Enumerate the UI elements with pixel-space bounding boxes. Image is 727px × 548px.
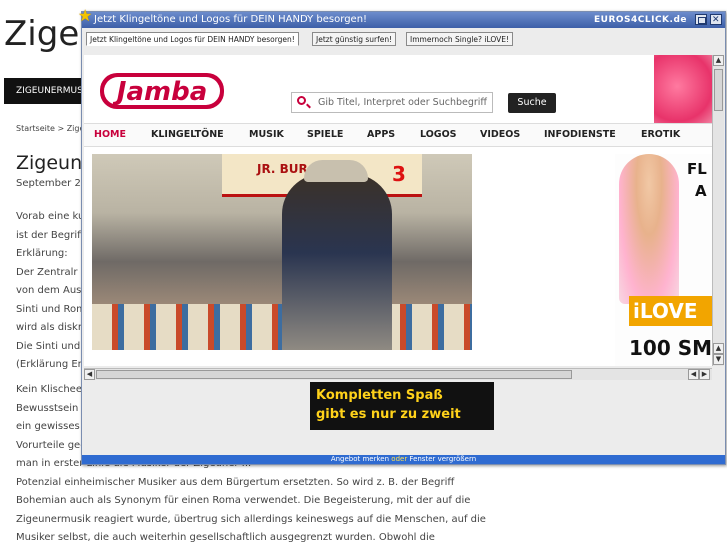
main-nav: HOME KLINGELTÖNE MUSIK SPIELE APPS LOGOS…	[84, 123, 712, 147]
tab-klingeltoene[interactable]: Jetzt Klingeltöne und Logos für DEIN HAN…	[86, 32, 299, 46]
hero-price-text: 3	[392, 162, 406, 186]
scroll-left-icon[interactable]: ◀	[84, 369, 95, 380]
jamba-logo[interactable]: Jamba	[98, 69, 226, 113]
brand-label: EUROS4CLICK.de	[593, 15, 687, 25]
bookmark-offer-link[interactable]: Angebot merken	[331, 455, 389, 463]
search-placeholder: Gib Titel, Interpret oder Suchbegriff	[318, 97, 487, 108]
popup-window: ★ Jetzt Klingeltöne und Logos für DEIN H…	[78, 8, 726, 465]
article-line: wird als diskri	[16, 322, 85, 333]
enlarge-window-link[interactable]: Fenster vergrößern	[409, 455, 476, 463]
close-button[interactable]	[710, 12, 722, 28]
article-date: September 20	[16, 178, 88, 189]
nav-klingeltoene[interactable]: KLINGELTÖNE	[151, 124, 224, 146]
article-line: Sinti und Rom	[16, 303, 86, 315]
search-button[interactable]: Suche	[508, 93, 556, 113]
scroll-up-icon[interactable]: ▲	[713, 55, 724, 66]
hero-person	[282, 174, 392, 350]
ad-model	[619, 154, 679, 304]
article-line: von dem Aus	[16, 285, 82, 296]
hero-image[interactable]: JR. BUR 3	[92, 154, 472, 350]
popup-content: Jamba Gib Titel, Interpret oder Suchbegr…	[84, 55, 712, 366]
nav-musik[interactable]: MUSIK	[249, 124, 284, 146]
side-ad[interactable]: FL A iLOVE 100 SMS	[615, 154, 712, 366]
scroll-right-icon[interactable]: ▶	[699, 369, 710, 380]
scroll-up-icon-lower[interactable]: ▲	[713, 343, 724, 354]
popup-footer: Angebot merken oder Fenster vergrößern	[82, 455, 725, 464]
article-line: Bohemian auch als Synonym für einen Roma…	[16, 495, 471, 506]
scroll-down-icon[interactable]: ▼	[713, 354, 724, 365]
nav-videos[interactable]: VIDEOS	[480, 124, 520, 146]
tab-single[interactable]: Immernoch Single? iLOVE!	[406, 32, 514, 46]
nav-home[interactable]: HOME	[94, 124, 126, 146]
article-paragraph-1: Vorab eine ku ist der Begriff Erklärung: De…	[16, 208, 86, 375]
article-line: Der Zentralr	[16, 266, 78, 278]
article-line: Zigeunermusik reagiert wurde, übertrug s…	[16, 513, 486, 525]
logo-text: Jamba	[112, 77, 207, 107]
h-scroll-thumb[interactable]	[96, 370, 572, 379]
ad-text-fl: FL	[687, 160, 707, 178]
hat-shape	[304, 160, 368, 182]
horizontal-scrollbar[interactable]: ◀ ◀ ▶	[84, 368, 712, 380]
banner-line-2: gibt es nur zu zweit	[316, 407, 461, 422]
footer-or: oder	[391, 455, 410, 463]
nav-infodienste[interactable]: INFODIENSTE	[544, 124, 616, 146]
article-line: Potenzial einheimischer Musiker aus dem …	[16, 476, 455, 488]
hero-sign-text: JR. BUR	[257, 162, 308, 176]
scroll-thumb[interactable]	[714, 69, 723, 111]
article-line: Vorab eine ku	[16, 211, 85, 222]
promo-banner[interactable]: Kompletten Spaß gibt es nur zu zweit	[310, 382, 494, 430]
minimize-button[interactable]	[695, 14, 707, 25]
nav-apps[interactable]: APPS	[367, 124, 395, 146]
article-line: Die Sinti und	[16, 340, 81, 352]
banner-line-1: Kompletten Spaß	[316, 388, 443, 403]
tab-surfen[interactable]: Jetzt günstig surfen!	[312, 32, 397, 46]
ad-text-a: A	[695, 182, 707, 200]
article-line: (Erklärung En	[16, 359, 84, 370]
popup-titlebar[interactable]: ★ Jetzt Klingeltöne und Logos für DEIN H…	[78, 8, 725, 28]
promo-image[interactable]	[654, 55, 712, 133]
scroll-left-icon-right[interactable]: ◀	[688, 369, 699, 380]
nav-logos[interactable]: LOGOS	[420, 124, 457, 146]
popup-title: Jetzt Klingeltöne und Logos für DEIN HAN…	[94, 14, 368, 25]
sms-text: 100 SMS	[629, 336, 712, 360]
nav-erotik[interactable]: EROTIK	[641, 124, 680, 146]
breadcrumb[interactable]: Startseite > Zige	[16, 124, 84, 133]
ilove-badge: iLOVE	[629, 296, 712, 326]
article-line: Erklärung:	[16, 248, 68, 259]
search-icon	[297, 96, 306, 105]
tab-bar: Jetzt Klingeltöne und Logos für DEIN HAN…	[82, 30, 725, 48]
vertical-scrollbar[interactable]: ▲ ▲ ▼	[712, 55, 724, 366]
nav-spiele[interactable]: SPIELE	[307, 124, 343, 146]
search-input[interactable]: Gib Titel, Interpret oder Suchbegriff	[291, 92, 493, 113]
article-line: ist der Begriff	[16, 229, 85, 241]
star-icon: ★	[78, 6, 93, 25]
